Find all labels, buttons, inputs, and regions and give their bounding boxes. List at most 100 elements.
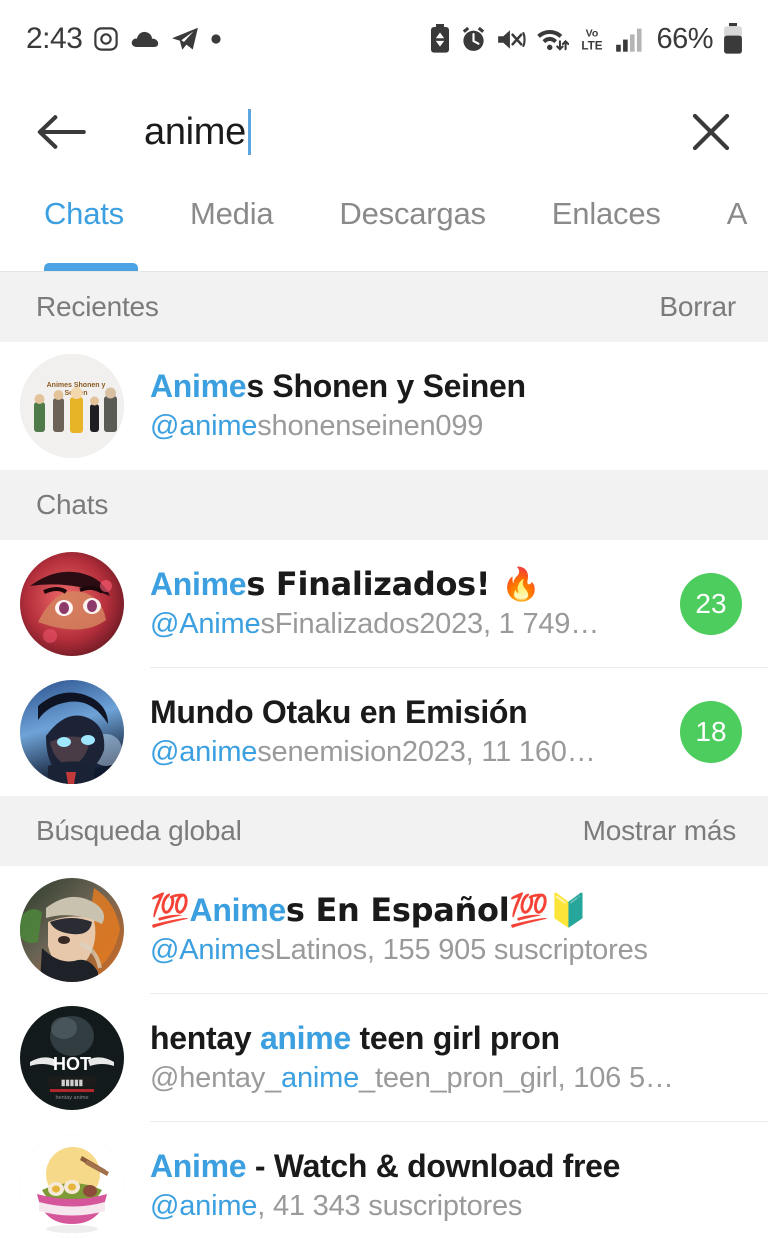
list-item-subtitle: @animeshonenseinen099 <box>150 410 742 443</box>
telegram-icon <box>171 26 199 52</box>
list-item-title: Anime - Watch & download free <box>150 1148 742 1185</box>
title-part-highlight: Anime <box>150 368 247 405</box>
svg-text:HOT: HOT <box>53 1054 91 1074</box>
search-input-value[interactable]: anime <box>144 113 246 151</box>
svg-text:Vo: Vo <box>586 28 599 40</box>
list-item-title: Animes Shonen y Seinen <box>150 368 742 405</box>
subtitle-part-highlight: @anime <box>150 1190 258 1223</box>
show-more-button[interactable]: Mostrar más <box>583 815 737 847</box>
subtitle-part-highlight: @Anime <box>150 934 261 967</box>
back-button[interactable] <box>34 105 88 159</box>
subtitle-part: sFinalizados2023, 1 749… <box>260 608 600 641</box>
list-item-text: Animes Finalizados! 🔥 @AnimesFinalizados… <box>150 566 666 641</box>
list-item[interactable]: 💯Animes En Español💯🔰 @AnimesLatinos, 155… <box>0 866 768 994</box>
status-bar-right: Vo LTE 66% <box>429 23 744 56</box>
tab-enlaces[interactable]: Enlaces <box>552 186 661 232</box>
avatar: HOT ▮▮▮▮▮ hentay anime <box>20 1006 124 1110</box>
status-bar: 2:43 Vo LTE 66% <box>0 0 768 78</box>
list-item[interactable]: Animes Finalizados! 🔥 @AnimesFinalizados… <box>0 540 768 668</box>
volte-icon: Vo LTE <box>578 25 606 53</box>
alarm-icon <box>460 25 487 53</box>
title-part: s Shonen y Seinen <box>246 368 526 405</box>
status-bar-left: 2:43 <box>26 22 222 56</box>
cloud-icon <box>130 28 160 50</box>
avatar: Animes Shonen y Seinen <box>20 354 124 458</box>
blue-eyed-boy-portrait-avatar <box>20 680 124 784</box>
tanjiro-red-portrait-avatar <box>20 552 124 656</box>
text-caret <box>248 109 251 155</box>
battery-percent-label: 66% <box>656 22 713 55</box>
tab-chats[interactable]: Chats <box>44 186 124 232</box>
title-emoji: 💯 <box>150 892 190 930</box>
search-field[interactable]: anime <box>144 109 684 155</box>
title-part: s Finalizados! 🔥 <box>246 566 541 604</box>
svg-text:LTE: LTE <box>582 40 603 53</box>
subtitle-part: , 41 343 suscriptores <box>257 1190 523 1223</box>
subtitle-part-highlight: @anime <box>150 410 258 443</box>
battery-saver-icon <box>429 24 451 54</box>
section-title: Chats <box>36 489 109 520</box>
list-item[interactable]: HOT ▮▮▮▮▮ hentay anime hentay anime teen… <box>0 994 768 1122</box>
subtitle-part-highlight: anime <box>281 1062 360 1095</box>
unread-badge: 18 <box>680 701 742 763</box>
section-title: Búsqueda global <box>36 815 242 846</box>
tabs-bottom-divider <box>0 271 768 272</box>
avatar <box>20 680 124 784</box>
list-item-text: 💯Animes En Español💯🔰 @AnimesLatinos, 155… <box>150 892 742 967</box>
unread-badge: 23 <box>680 573 742 635</box>
title-part-highlight: anime <box>259 1020 351 1057</box>
ramen-bowl-avatar <box>20 1134 124 1238</box>
subtitle-part: shonenseinen099 <box>257 410 484 443</box>
avatar <box>20 1134 124 1238</box>
wifi-icon <box>535 25 570 53</box>
tab-media[interactable]: Media <box>190 186 274 232</box>
list-item-subtitle: @AnimesFinalizados2023, 1 749… <box>150 608 666 641</box>
hot-wings-logo-avatar: HOT ▮▮▮▮▮ hentay anime <box>20 1006 124 1110</box>
title-part-highlight: Anime <box>150 1148 247 1185</box>
list-item-text: Mundo Otaku en Emisión @animesenemision2… <box>150 694 666 769</box>
subtitle-part: sLatinos, 155 905 suscriptores <box>260 934 648 967</box>
tab-descargas[interactable]: Descargas <box>339 186 486 232</box>
list-item-text: hentay anime teen girl pron @hentay_anim… <box>150 1020 742 1095</box>
title-part: - Watch & download free <box>246 1148 621 1185</box>
list-item[interactable]: Anime - Watch & download free @anime, 41… <box>0 1122 768 1238</box>
clear-recents-button[interactable]: Borrar <box>659 291 736 323</box>
search-bar: anime <box>0 78 768 186</box>
subtitle-part-highlight: @anime <box>150 736 258 769</box>
subtitle-part-highlight: @Anime <box>150 608 261 641</box>
avatar <box>20 552 124 656</box>
title-part-highlight: Anime <box>189 892 287 929</box>
list-item-subtitle: @AnimesLatinos, 155 905 suscriptores <box>150 934 742 967</box>
svg-text:▮▮▮▮▮: ▮▮▮▮▮ <box>61 1078 83 1087</box>
search-tabs: Chats Media Descargas Enlaces A <box>0 186 768 272</box>
subtitle-part: senemision2023, 11 160… <box>257 736 596 769</box>
list-item[interactable]: Animes Shonen y Seinen Animes Shonen y S… <box>0 342 768 470</box>
close-icon <box>692 113 730 151</box>
clear-search-button[interactable] <box>684 105 738 159</box>
title-part: hentay <box>150 1020 260 1057</box>
list-item-text: Anime - Watch & download free @anime, 41… <box>150 1148 742 1223</box>
section-header-busqueda-global: Búsqueda global Mostrar más <box>0 796 768 866</box>
instagram-icon <box>93 26 119 52</box>
list-item-subtitle: @anime, 41 343 suscriptores <box>150 1190 742 1223</box>
anime-shonen-seinen-group-avatar: Animes Shonen y Seinen <box>20 354 124 458</box>
list-item[interactable]: Mundo Otaku en Emisión @animesenemision2… <box>0 668 768 796</box>
list-item-title: Mundo Otaku en Emisión <box>150 694 666 731</box>
svg-text:hentay anime: hentay anime <box>55 1095 88 1101</box>
tab-partial-next[interactable]: A <box>727 186 748 232</box>
list-item-text: Animes Shonen y Seinen @animeshonenseine… <box>150 368 742 443</box>
dot-icon <box>210 33 222 45</box>
title-part: Mundo Otaku en Emisión <box>150 694 528 731</box>
title-part: teen girl pron <box>350 1020 561 1057</box>
subtitle-part: @hentay_ <box>150 1062 282 1095</box>
capped-girl-portrait-avatar <box>20 878 124 982</box>
back-arrow-icon <box>37 115 86 149</box>
list-item-title: Animes Finalizados! 🔥 <box>150 566 666 603</box>
title-part-highlight: Anime <box>150 566 247 603</box>
section-header-recientes: Recientes Borrar <box>0 272 768 342</box>
section-header-chats: Chats <box>0 470 768 540</box>
avatar <box>20 878 124 982</box>
mute-vibrate-icon <box>496 26 527 53</box>
list-item-title: 💯Animes En Español💯🔰 <box>150 892 742 929</box>
subtitle-part: _teen_pron_girl, 106 5… <box>359 1062 674 1095</box>
